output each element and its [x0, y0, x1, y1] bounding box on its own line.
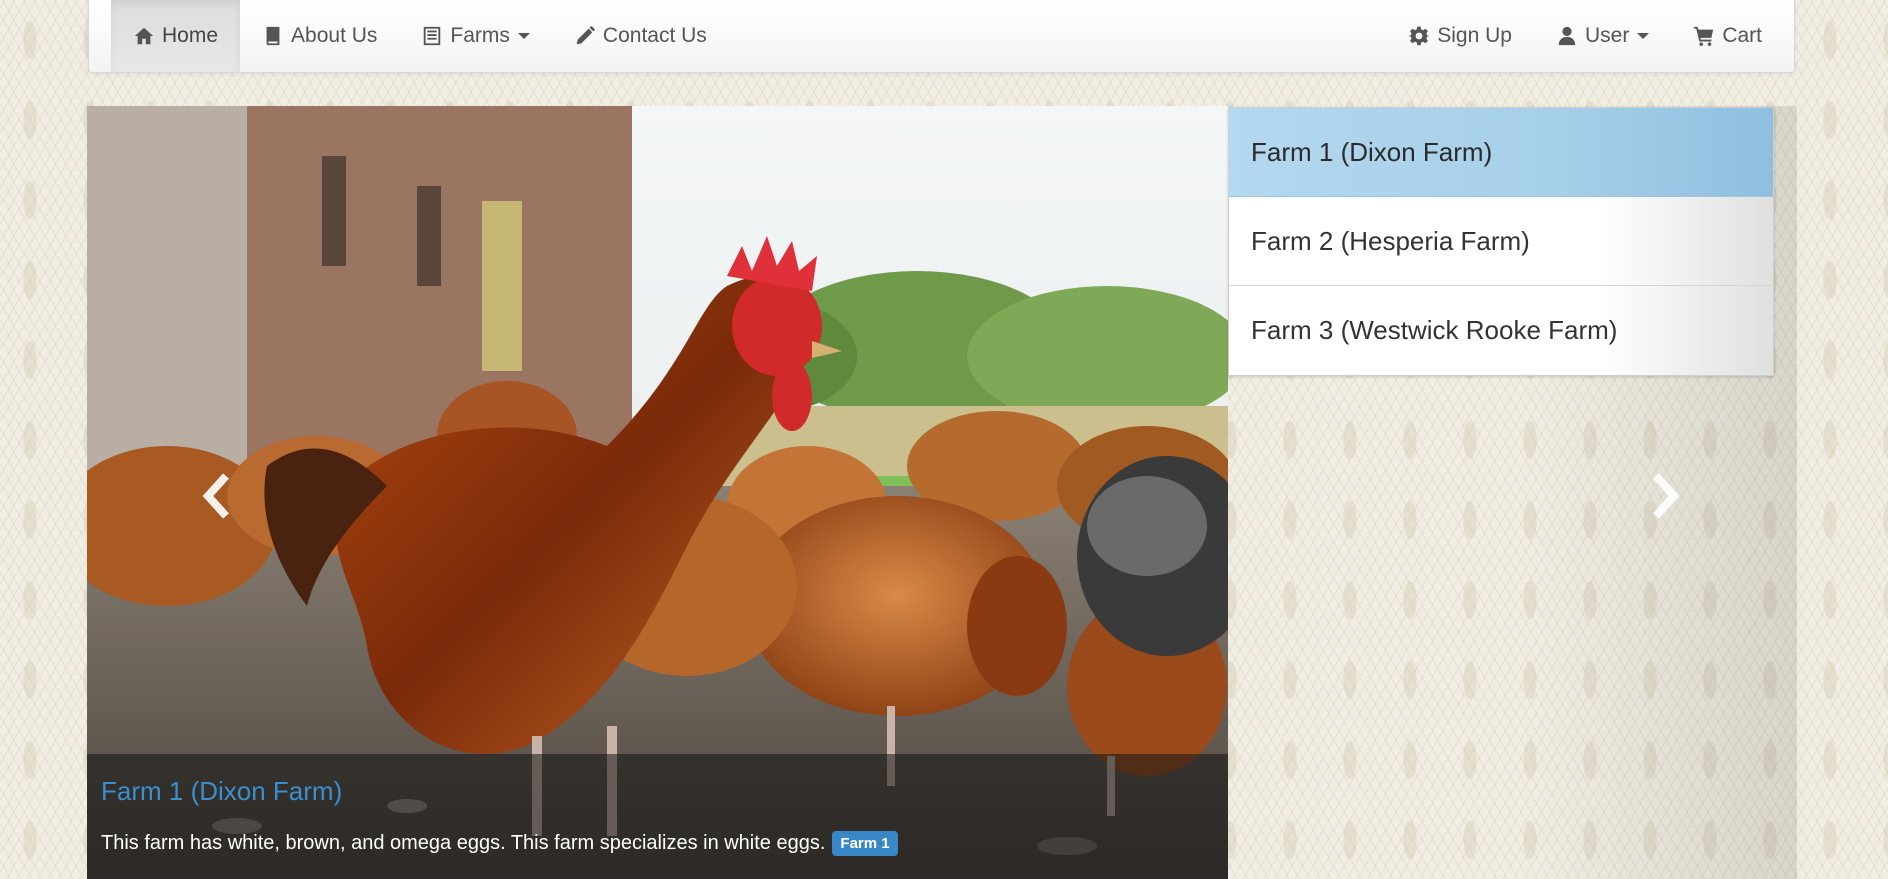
nav-farms-label: Farms [450, 24, 510, 47]
nav-farms-dropdown[interactable]: Farms [399, 0, 552, 72]
nav-left: Home About Us Farms Contact Us [111, 0, 729, 72]
nav-right: Sign Up User Cart [1386, 0, 1784, 72]
caption-title-link[interactable]: Farm 1 (Dixon Farm) [101, 776, 342, 807]
nav-about-us[interactable]: About Us [240, 0, 399, 72]
book-icon [266, 26, 280, 46]
list-icon [424, 26, 441, 46]
chevron-down-icon [517, 33, 530, 39]
nav-cart-label: Cart [1722, 24, 1762, 47]
farm-list-item-1[interactable]: Farm 1 (Dixon Farm) [1229, 108, 1773, 197]
farm-list-item-3[interactable]: Farm 3 (Westwick Rooke Farm) [1229, 286, 1773, 375]
nav-home[interactable]: Home [111, 0, 241, 72]
carousel-caption: Farm 1 (Dixon Farm) This farm has white,… [87, 754, 1228, 879]
nav-sign-up[interactable]: Sign Up [1386, 0, 1534, 72]
farm-badge: Farm 1 [832, 831, 898, 856]
chevron-right-icon [1653, 473, 1680, 519]
farm-list: Farm 1 (Dixon Farm) Farm 2 (Hesperia Far… [1228, 107, 1774, 376]
carousel-next-button[interactable] [1643, 466, 1683, 526]
navbar: Home About Us Farms Contact Us Sign Up U… [88, 0, 1795, 73]
carousel-prev-button[interactable] [199, 466, 239, 526]
nav-contact-us[interactable]: Contact Us [552, 0, 729, 72]
chevron-left-icon [202, 473, 229, 519]
nav-sign-up-label: Sign Up [1437, 24, 1512, 47]
caption-text: This farm has white, brown, and omega eg… [101, 832, 826, 854]
chevron-down-icon [1637, 33, 1650, 39]
user-icon [1558, 26, 1576, 46]
gear-icon [1408, 26, 1431, 46]
nav-cart[interactable]: Cart [1671, 0, 1784, 72]
farm-list-item-2[interactable]: Farm 2 (Hesperia Farm) [1229, 197, 1773, 286]
nav-user-label: User [1584, 24, 1630, 47]
nav-user-dropdown[interactable]: User [1534, 0, 1671, 72]
caption-description: This farm has white, brown, and omega eg… [101, 831, 898, 856]
nav-home-label: Home [162, 24, 219, 47]
home-icon [134, 27, 154, 45]
pencil-icon [576, 25, 596, 45]
nav-contact-us-label: Contact Us [602, 24, 707, 47]
nav-about-us-label: About Us [291, 24, 378, 47]
cart-icon [1694, 26, 1714, 47]
